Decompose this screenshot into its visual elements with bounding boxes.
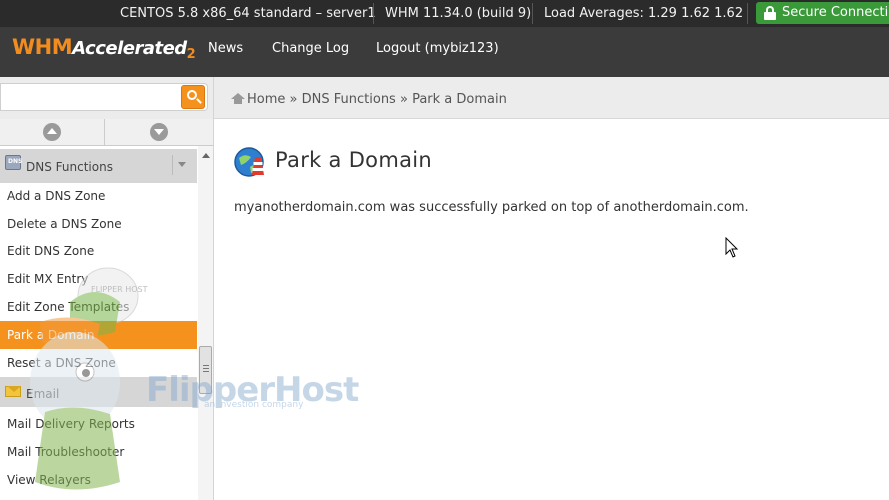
page-title: Park a Domain: [275, 148, 432, 172]
sidebar-section-dns-functions[interactable]: DNS DNS Functions: [0, 149, 197, 183]
breadcrumb-separator: »: [289, 92, 298, 107]
sidebar-section-label: Email: [26, 387, 60, 401]
scroll-up-arrow-icon[interactable]: [202, 153, 210, 158]
sidebar-item-mail-troubleshooter[interactable]: Mail Troubleshooter: [0, 438, 197, 466]
sidebar-scroll-controls: [0, 119, 214, 146]
whm-version-label: WHM 11.34.0 (build 9): [385, 6, 532, 21]
search-button[interactable]: [181, 85, 205, 109]
sidebar-scrollbar-thumb[interactable]: [199, 346, 212, 394]
chevron-up-icon[interactable]: [43, 123, 61, 141]
breadcrumb-bar: Home » DNS Functions » Park a Domain: [214, 77, 889, 119]
status-divider: [373, 3, 374, 24]
sidebar-section-email[interactable]: Email: [0, 377, 197, 407]
envelope-icon: [5, 386, 21, 397]
breadcrumb-dns-functions-link[interactable]: DNS Functions: [302, 92, 396, 107]
secure-connection-label: Secure Connection: [782, 5, 889, 20]
logo-accelerated-text: Accelerated: [72, 38, 187, 59]
lock-icon: [764, 6, 776, 20]
logo-version-text: 2: [186, 47, 196, 63]
breadcrumb-current-page: Park a Domain: [412, 92, 507, 107]
sidebar-menu: DNS DNS Functions Add a DNS Zone Delete …: [0, 146, 214, 500]
sidebar-item-mail-delivery-reports[interactable]: Mail Delivery Reports: [0, 410, 197, 438]
status-divider: [532, 3, 533, 24]
sidebar-scrollbar[interactable]: [198, 146, 213, 500]
park-domain-icon: [234, 147, 264, 177]
nav-change-log-link[interactable]: Change Log: [272, 41, 349, 56]
status-divider: [747, 3, 748, 24]
mouse-pointer-icon: [725, 237, 739, 258]
sidebar-item-edit-mx-entry[interactable]: Edit MX Entry: [0, 265, 197, 293]
sidebar-item-edit-zone-templates[interactable]: Edit Zone Templates: [0, 293, 197, 321]
chevron-down-icon[interactable]: [150, 123, 168, 141]
chevron-down-icon[interactable]: [172, 155, 192, 175]
whm-accelerated-logo[interactable]: WHMAccelerated2: [12, 35, 196, 62]
search-input[interactable]: [0, 83, 208, 111]
sidebar-item-view-relayers[interactable]: View Relayers: [0, 466, 197, 494]
load-averages-label: Load Averages: 1.29 1.62 1.62: [544, 6, 744, 21]
sidebar-item-reset-dns-zone[interactable]: Reset a DNS Zone: [0, 349, 197, 377]
sidebar-item-edit-dns-zone[interactable]: Edit DNS Zone: [0, 237, 197, 265]
nav-news-link[interactable]: News: [208, 41, 243, 56]
sidebar-item-park-a-domain[interactable]: Park a Domain: [0, 321, 197, 349]
watermark-tagline: an investion company: [204, 400, 304, 410]
logo-whm-text: WHM: [12, 35, 73, 59]
secure-connection-badge: Secure Connection: [756, 2, 889, 24]
top-header: WHMAccelerated2 News Change Log Logout (…: [0, 27, 889, 77]
sidebar-item-add-dns-zone[interactable]: Add a DNS Zone: [0, 182, 197, 210]
breadcrumb: Home » DNS Functions » Park a Domain: [231, 92, 507, 107]
nav-logout-link[interactable]: Logout (mybiz123): [376, 41, 499, 56]
home-icon[interactable]: [231, 93, 245, 104]
sidebar-section-label: DNS Functions: [26, 160, 113, 174]
sidebar-item-delete-dns-zone[interactable]: Delete a DNS Zone: [0, 210, 197, 238]
breadcrumb-separator: »: [399, 92, 408, 107]
server-os-label: CENTOS 5.8 x86_64 standard – server1: [120, 6, 376, 21]
scroll-controls-divider: [104, 119, 105, 146]
dns-icon: DNS: [5, 155, 22, 170]
server-status-bar: CENTOS 5.8 x86_64 standard – server1 WHM…: [0, 0, 889, 27]
success-message: myanotherdomain.com was successfully par…: [234, 200, 749, 215]
watermark-brand-right: Host: [274, 370, 359, 410]
breadcrumb-home-link[interactable]: Home: [247, 92, 285, 107]
